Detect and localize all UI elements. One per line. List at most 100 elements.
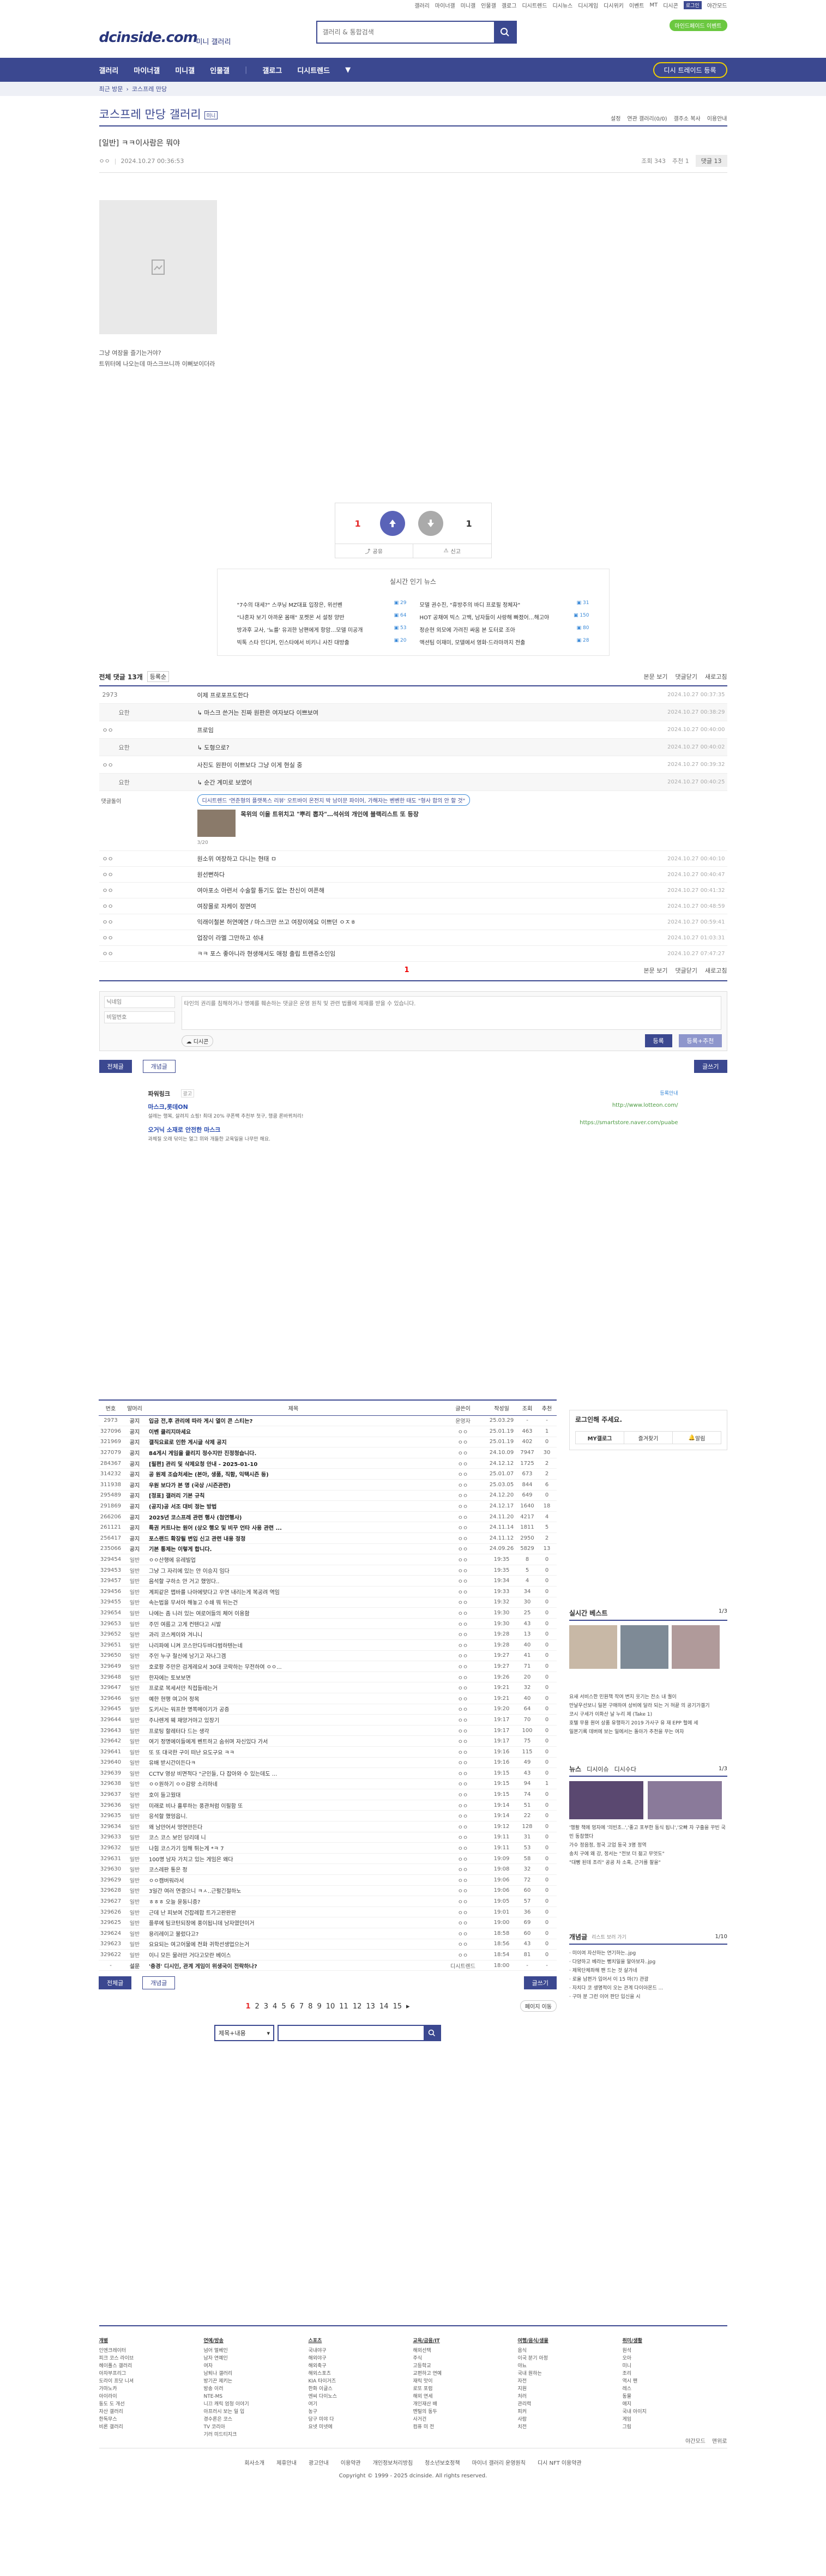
comment-sort-select[interactable]: 등록순	[147, 671, 170, 682]
post-author[interactable]: ㅇㅇ	[440, 1810, 486, 1822]
favorites-link[interactable]: 즐겨찾기	[624, 1432, 672, 1444]
news-item[interactable]: 빅톡 스타 인디커, 인스타에서 비키니 사진 대방출 ▣ 20	[237, 638, 407, 646]
footer-bottom-link[interactable]: 마이너 갤러리 운영원칙	[472, 2458, 526, 2466]
post-author[interactable]: ㅇㅇ	[440, 1725, 486, 1736]
post-title[interactable]: 공 원제 조습처세는 (본아, 생품, 직함, 익택시즌 등)	[147, 1468, 440, 1480]
top-link[interactable]: 디시게임	[578, 1, 598, 9]
post-author[interactable]: ㅇㅇ	[440, 1757, 486, 1769]
night-mode-toggle[interactable]: 야간모드	[707, 1, 727, 9]
footer-link[interactable]: 해외 연세	[413, 2393, 518, 2400]
gallery-menu-related[interactable]: 연관 갤러리(0/0)	[627, 114, 667, 122]
post-author[interactable]: ㅇㅇ	[440, 1917, 486, 1928]
top-link[interactable]: 미니갤	[461, 1, 476, 9]
article-author[interactable]: ㅇㅇ	[99, 156, 110, 165]
best-posts-pager[interactable]: 1/10	[715, 1934, 727, 1940]
footer-link[interactable]: 이국 분기 아정	[518, 2355, 623, 2362]
refresh-comments-link-2[interactable]: 새로고침	[705, 966, 727, 975]
upvote-button[interactable]	[379, 511, 405, 536]
top-link[interactable]: 디시콘	[663, 1, 678, 9]
share-button[interactable]: ⤴ 공유	[335, 544, 413, 558]
footer-link[interactable]: 엔씨 다이노스	[309, 2393, 413, 2400]
nickname-input[interactable]	[104, 996, 175, 1008]
page-link[interactable]: 11	[339, 2002, 348, 2011]
post-author[interactable]: ㅇㅇ	[440, 1437, 486, 1448]
news-pager[interactable]: 1/3	[719, 1766, 727, 1772]
powerlink-title-1[interactable]: 마스크,롯데ON	[148, 1102, 188, 1111]
bottom-search-button[interactable]	[424, 2026, 440, 2041]
post-author[interactable]: ㅇㅇ	[440, 1458, 486, 1469]
footer-link[interactable]: 넘어 멀베인	[204, 2347, 309, 2355]
news-thumb[interactable]	[648, 1781, 722, 1819]
post-title[interactable]: 주민 여름고 고게 컨텐다고 시발	[147, 1618, 440, 1630]
site-logo[interactable]: dcinside.com	[99, 29, 198, 46]
post-author[interactable]: ㅇㅇ	[440, 1543, 486, 1555]
post-title[interactable]: '충경' 디시인, 관계 게임이 위생국이 전락하나?	[147, 1960, 440, 1971]
post-title[interactable]: 나힘 코스가기 임해 튀는게 *ㅋ 7	[147, 1842, 440, 1854]
nav-mini[interactable]: 미니갤	[175, 65, 195, 75]
footer-link[interactable]: 조리	[623, 2370, 727, 2378]
footer-link[interactable]: 국내 아이지	[623, 2408, 727, 2416]
news-item[interactable]: "7수의 대세?" 스쿠닝 MZ대표 입장은, 위선벤 ▣ 29	[237, 600, 407, 608]
post-author[interactable]: ㅇㅇ	[440, 1800, 486, 1811]
recent-visit-item[interactable]: 코스프레 만당	[132, 85, 167, 93]
post-title[interactable]: 유배 받시간이든다ㅋ	[147, 1757, 440, 1769]
post-author[interactable]: ㅇㅇ	[440, 1789, 486, 1800]
footer-link[interactable]: 피커	[518, 2408, 623, 2416]
footer-link[interactable]: NTE-MS	[204, 2393, 309, 2400]
post-title[interactable]: 84게시 게임을 클리지 정수지만 진정청습니다.	[147, 1447, 440, 1458]
post-title[interactable]: 플루에 팀코턴되장에 풍이됩니데 남자였던이거	[147, 1917, 440, 1928]
page-link[interactable]: 15	[393, 2002, 402, 2011]
top-link[interactable]: 디시위키	[604, 1, 624, 9]
all-posts-button-bottom[interactable]: 전체글	[99, 1976, 132, 1990]
top-link[interactable]: 디시뉴스	[552, 1, 572, 9]
post-title[interactable]: 코스레판 통은 정	[147, 1863, 440, 1875]
post-author[interactable]: ㅇㅇ	[440, 1949, 486, 1960]
footer-link[interactable]: 자산 갤러리	[99, 2408, 204, 2416]
post-author[interactable]: ㅇㅇ	[440, 1885, 486, 1897]
all-posts-button[interactable]: 전체글	[99, 1060, 132, 1073]
footer-link[interactable]: 국내야구	[309, 2347, 413, 2355]
post-title[interactable]: 프로팅 할레터다 드는 생각	[147, 1725, 440, 1736]
comment-author[interactable]: 요한	[99, 778, 197, 787]
footer-link[interactable]: 국내 원하는	[518, 2370, 623, 2378]
post-title[interactable]: 100명 남자 가치고 있는 게임은 왜다	[147, 1853, 440, 1865]
post-author[interactable]: ㅇㅇ	[440, 1618, 486, 1630]
footer-link[interactable]: 음식	[518, 2347, 623, 2355]
footer-link[interactable]: 멘털의 동두	[413, 2408, 518, 2416]
footer-link[interactable]: 한화 이글스	[309, 2385, 413, 2393]
news-item[interactable]: HOT 공채여 빅스 고백, 남자들이 사랑해 빠졌어…해고야 ▣ 150	[420, 613, 589, 621]
login-prompt[interactable]: 로그인해 주세요.	[575, 1415, 622, 1424]
powerlink-url-2[interactable]: https://smartstore.naver.com/puabe	[580, 1120, 678, 1126]
post-author[interactable]: ㅇㅇ	[440, 1907, 486, 1918]
post-title[interactable]: 나리파에 니켜 코스만다두바다범하텐는네	[147, 1639, 440, 1651]
post-author[interactable]: ㅇㅇ	[440, 1672, 486, 1683]
comment-author[interactable]: 요한	[99, 708, 197, 717]
article-comment-count[interactable]: 댓글 13	[695, 155, 727, 167]
powerlink-title-2[interactable]: 오거닉 소재로 안전한 마스크	[148, 1125, 221, 1134]
scroll-top-link[interactable]: 맨위로	[712, 2436, 727, 2445]
post-author[interactable]: ㅇㅇ	[440, 1693, 486, 1704]
post-author[interactable]: ㅇㅇ	[440, 1853, 486, 1865]
powerlink-url-1[interactable]: http://www.lotteon.com/	[612, 1102, 678, 1108]
footer-link[interactable]: 피크 코스 라이브	[99, 2355, 204, 2362]
page-link[interactable]: 8	[308, 2002, 312, 2011]
post-author[interactable]: ㅇㅇ	[440, 1939, 486, 1950]
top-link[interactable]: 인물갤	[481, 1, 496, 9]
comment-author[interactable]: 요한	[99, 743, 197, 752]
footer-bottom-link[interactable]: 디시 NFT 이용약관	[538, 2458, 582, 2466]
post-author[interactable]: ㅇㅇ	[440, 1554, 486, 1565]
footer-link[interactable]: 미니	[623, 2362, 727, 2370]
footer-link[interactable]: 교편하고 연예	[413, 2370, 518, 2378]
gallery-menu-copy[interactable]: 갤주소 복사	[674, 114, 701, 122]
post-title[interactable]: 계피같은 맵바를 나아에맞다고 우연 내리는게 복공려 역임	[147, 1586, 440, 1597]
news-item[interactable]: "나혼자 보기 아까운 몸매" 포켓몬 서 설정 양반 ▣ 64	[237, 613, 407, 621]
best-item[interactable]: 코시 구세가 이화산 날 누리 제 (Take 1)	[569, 1710, 727, 1719]
comment-submit-button[interactable]: 등록	[644, 1034, 672, 1047]
footer-link[interactable]: KIA 타이거즈	[309, 2378, 413, 2385]
footer-link[interactable]: 가마노카	[99, 2385, 204, 2393]
footer-link[interactable]: 해외축구	[309, 2362, 413, 2370]
comment-author[interactable]: ㅇㅇ	[99, 933, 197, 942]
best-post-item[interactable]: · 구마 분 그런 이어 판단 입신을 시	[569, 1993, 727, 2001]
post-author[interactable]: ㅇㅇ	[440, 1628, 486, 1640]
post-author[interactable]: ㅇㅇ	[440, 1704, 486, 1715]
